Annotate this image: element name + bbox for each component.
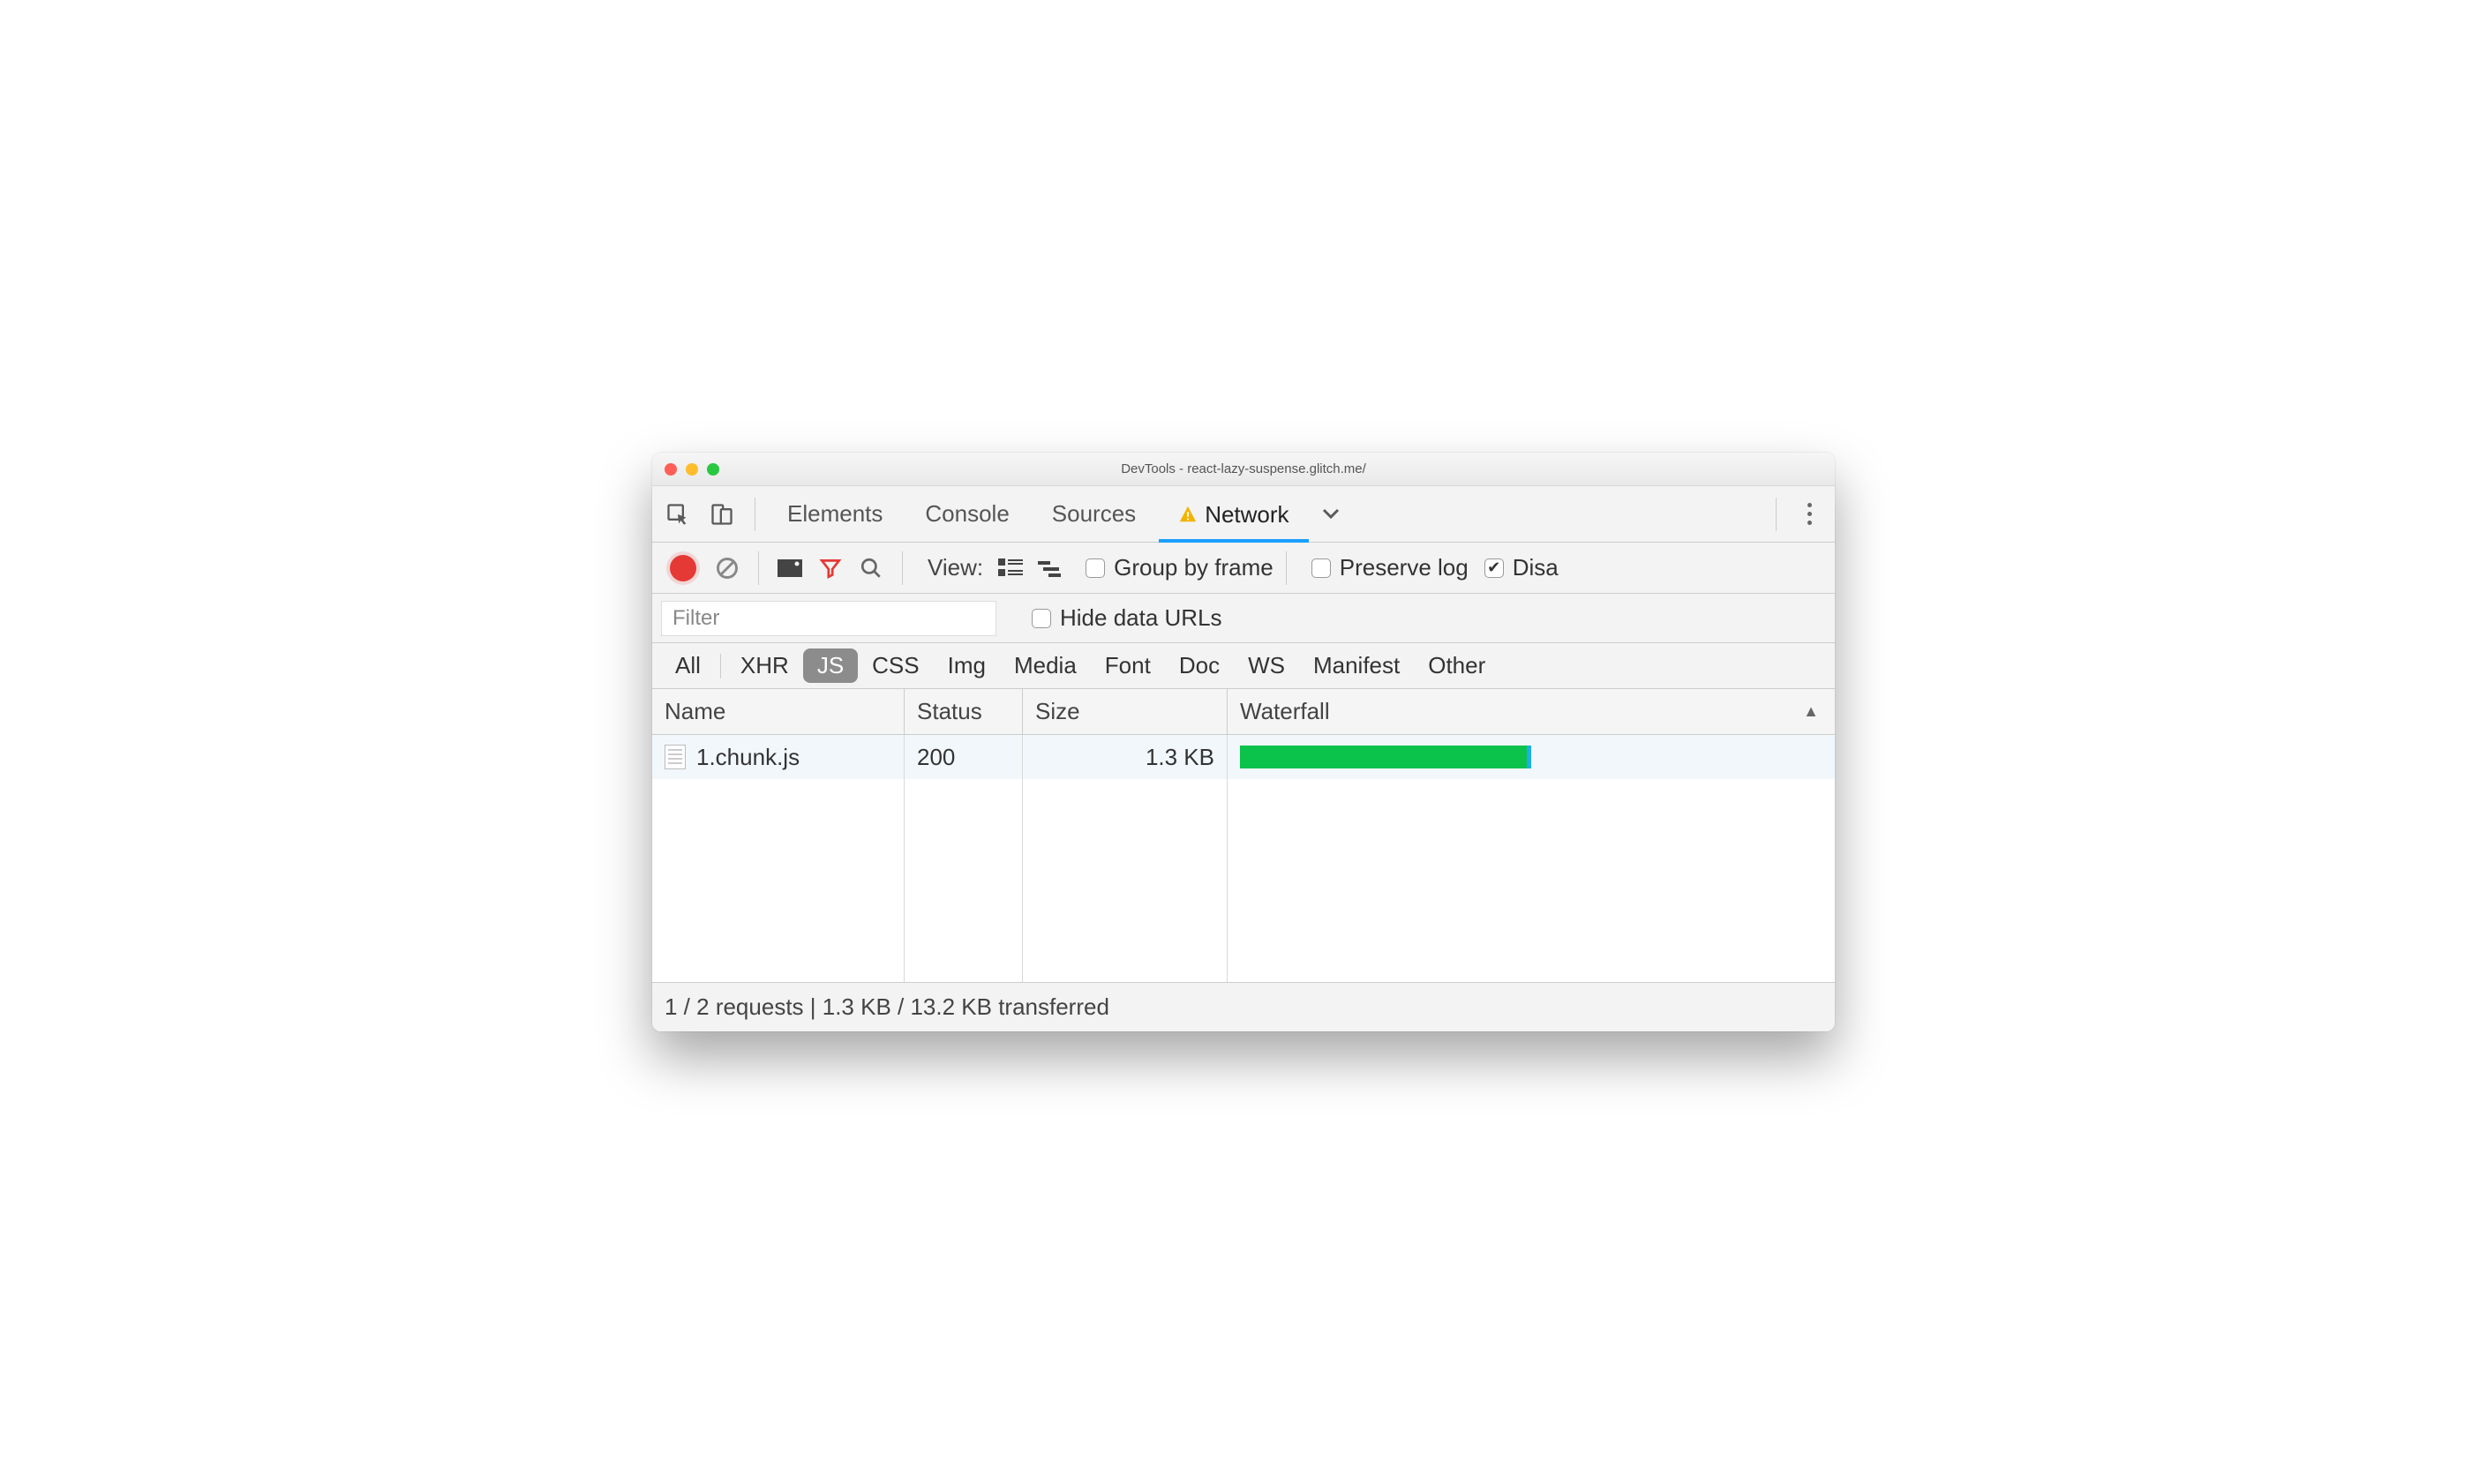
- checkbox-icon: [1311, 558, 1331, 578]
- table-row[interactable]: 1.chunk.js 2001.3 KB: [652, 735, 1835, 779]
- tab-label: Elements: [787, 500, 883, 528]
- type-filter-xhr[interactable]: XHR: [726, 648, 803, 683]
- requests-table: Name Status Size Waterfall ▲ 1.chunk.js 2…: [652, 689, 1835, 982]
- warning-icon: [1178, 505, 1198, 524]
- cell-size: 1.3 KB: [1023, 735, 1228, 779]
- window-title: DevTools - react-lazy-suspense.glitch.me…: [652, 461, 1835, 476]
- type-filter-css[interactable]: CSS: [858, 648, 933, 683]
- type-filter-ws[interactable]: WS: [1234, 648, 1299, 683]
- tab-sources[interactable]: Sources: [1033, 486, 1155, 542]
- status-bar: 1 / 2 requests | 1.3 KB / 13.2 KB transf…: [652, 982, 1835, 1031]
- cell-name: 1.chunk.js: [652, 735, 905, 779]
- kebab-menu-icon[interactable]: [1789, 503, 1830, 525]
- preserve-log-checkbox[interactable]: Preserve log: [1311, 554, 1469, 581]
- checkbox-icon: ✔: [1484, 558, 1504, 578]
- file-icon: [665, 745, 686, 769]
- empty-rows: [652, 779, 1835, 982]
- record-button[interactable]: [670, 555, 696, 581]
- type-filter-img[interactable]: Img: [934, 648, 1000, 683]
- filter-bar: Hide data URLs: [652, 594, 1835, 643]
- table-body: 1.chunk.js 2001.3 KB: [652, 735, 1835, 982]
- checkbox-label: Preserve log: [1340, 554, 1469, 581]
- large-rows-icon[interactable]: [992, 550, 1029, 587]
- tab-label: Network: [1205, 501, 1289, 528]
- divider: [720, 654, 721, 678]
- checkbox-label: Group by frame: [1114, 554, 1274, 581]
- type-filter-js[interactable]: JS: [803, 648, 858, 683]
- checkbox-label: Disa: [1513, 554, 1559, 581]
- column-status[interactable]: Status: [905, 689, 1023, 734]
- devtools-window: DevTools - react-lazy-suspense.glitch.me…: [652, 453, 1835, 1031]
- type-filter-all[interactable]: All: [661, 648, 715, 683]
- panel-tabs: Elements Console Sources Network: [652, 486, 1835, 543]
- divider: [758, 551, 759, 585]
- type-filter-manifest[interactable]: Manifest: [1299, 648, 1414, 683]
- tab-console[interactable]: Console: [905, 486, 1028, 542]
- checkbox-label: Hide data URLs: [1060, 604, 1222, 632]
- cell-status: 200: [905, 735, 1023, 779]
- cell-waterfall: [1228, 735, 1835, 779]
- column-name[interactable]: Name: [652, 689, 905, 734]
- sort-asc-icon: ▲: [1803, 702, 1819, 721]
- divider: [1776, 498, 1777, 531]
- capture-screenshots-icon[interactable]: [771, 550, 808, 587]
- filter-input[interactable]: [661, 601, 996, 636]
- group-by-frame-checkbox[interactable]: Group by frame: [1086, 554, 1274, 581]
- type-filter-other[interactable]: Other: [1414, 648, 1499, 683]
- column-size[interactable]: Size: [1023, 689, 1228, 734]
- column-label: Waterfall: [1240, 698, 1330, 725]
- titlebar: DevTools - react-lazy-suspense.glitch.me…: [652, 453, 1835, 486]
- type-filter-doc[interactable]: Doc: [1165, 648, 1234, 683]
- divider: [902, 551, 903, 585]
- more-tabs-icon[interactable]: [1312, 494, 1353, 535]
- disable-cache-checkbox[interactable]: ✔ Disa: [1484, 554, 1559, 581]
- column-waterfall[interactable]: Waterfall ▲: [1228, 689, 1835, 734]
- device-toolbar-icon[interactable]: [702, 494, 742, 535]
- clear-icon[interactable]: [709, 550, 746, 587]
- network-toolbar: View: Group by frame Preserve log ✔ Disa: [652, 543, 1835, 594]
- tab-label: Sources: [1052, 500, 1136, 528]
- file-name: 1.chunk.js: [696, 744, 800, 771]
- view-label: View:: [928, 554, 983, 581]
- filter-icon[interactable]: [812, 550, 849, 587]
- tab-network[interactable]: Network: [1159, 487, 1308, 543]
- checkbox-icon: [1086, 558, 1105, 578]
- table-header: Name Status Size Waterfall ▲: [652, 689, 1835, 735]
- tab-elements[interactable]: Elements: [768, 486, 902, 542]
- checkbox-icon: [1032, 609, 1051, 628]
- type-filter-media[interactable]: Media: [1000, 648, 1091, 683]
- overview-icon[interactable]: [1033, 550, 1070, 587]
- search-icon[interactable]: [853, 550, 890, 587]
- inspect-element-icon[interactable]: [657, 494, 698, 535]
- waterfall-bar: [1240, 746, 1531, 768]
- divider: [1286, 551, 1287, 585]
- type-filter-font[interactable]: Font: [1091, 648, 1165, 683]
- tab-label: Console: [925, 500, 1009, 528]
- resource-type-filters: All XHRJSCSSImgMediaFontDocWSManifestOthe…: [652, 643, 1835, 689]
- hide-data-urls-checkbox[interactable]: Hide data URLs: [1032, 604, 1222, 632]
